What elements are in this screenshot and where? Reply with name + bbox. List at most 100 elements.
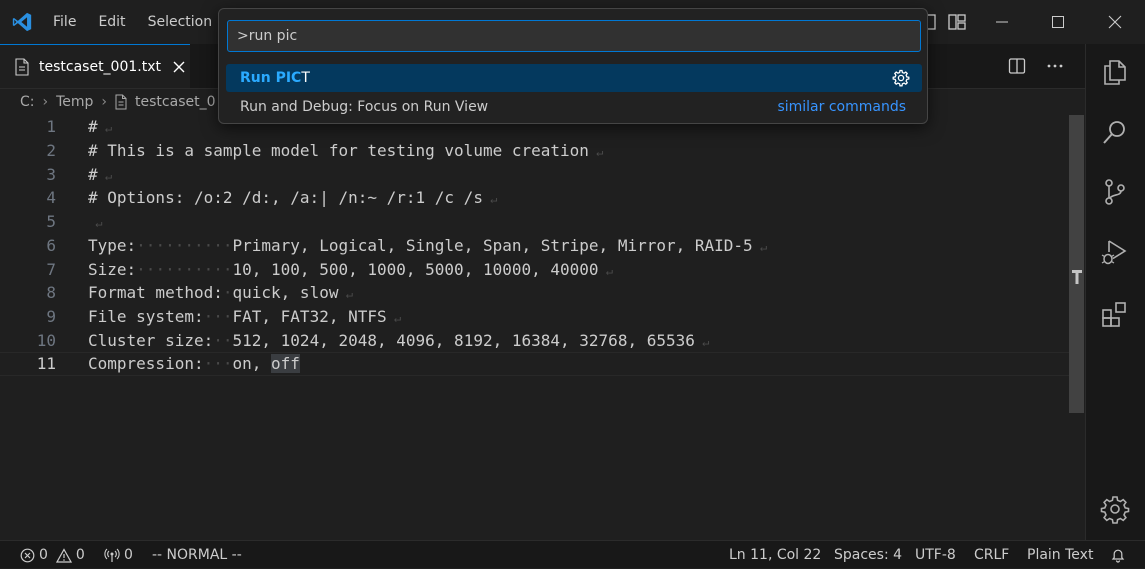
notifications-status[interactable] [1110,541,1126,569]
eol-status[interactable]: CRLF [974,541,1009,569]
palette-item-match: Run PIC [240,70,302,86]
line-text: File system:···FAT, FAT32, NTFS ↵ [88,307,401,326]
code-line[interactable]: 11 Compression:···on, off [0,352,1070,376]
breadcrumb-folder[interactable]: Temp [56,94,93,110]
vscode-logo-icon[interactable] [11,11,33,33]
encoding-status[interactable]: UTF-8 [915,541,956,569]
line-text: # ↵ [88,117,112,136]
more-actions-icon[interactable] [1045,56,1065,76]
line-content: # Options: /o:2 /d:, /a:| /n:~ /r:1 /c /… [88,188,483,208]
eol-label: CRLF [974,547,1010,563]
line-break-icon: ↵ [338,287,353,302]
editor-text-area[interactable]: 1 # ↵ 2 # This is a sample model for testin… [0,115,1070,540]
line-text: # Options: /o:2 /d:, /a:| /n:~ /r:1 /c /… [88,188,497,207]
code-line[interactable]: 7 Size:··········10, 100, 500, 1000, 5000… [0,257,1070,281]
settings-gear-icon[interactable] [1100,494,1130,524]
error-icon [20,548,35,562]
menu-selection[interactable]: Selection [137,0,224,44]
line-value: quick, slow [232,283,339,303]
ports-status[interactable]: 0 [104,541,133,569]
vim-mode-label: -- NORMAL -- [152,547,242,563]
line-text: Format method:·quick, slow ↵ [88,283,353,302]
code-line[interactable]: 10 Cluster size:··512, 1024, 2048, 4096, … [0,328,1070,352]
line-number: 1 [46,117,56,137]
line-break-icon: ↵ [482,192,498,207]
line-text: Cluster size:··512, 1024, 2048, 4096, 81… [88,331,709,350]
code-line[interactable]: 6 Type:··········Primary, Logical, Single… [0,234,1070,258]
close-tab-icon[interactable] [173,61,185,73]
line-break-icon: ↵ [752,239,768,254]
configure-keybinding-gear-icon[interactable] [892,69,910,87]
indentation-status[interactable]: Spaces: 4 [834,541,902,569]
line-break-icon: ↵ [598,263,613,278]
command-palette: Run PICT Run and Debug: Focus on Run Vie… [218,8,928,124]
warning-count: 0 [75,547,85,563]
breadcrumb-file[interactable]: testcaset_0 [135,94,215,110]
line-value: Primary, Logical, Single, Span, Stripe, … [232,235,753,255]
search-icon[interactable] [1100,117,1130,147]
maximize-button[interactable] [1030,0,1086,44]
code-line[interactable]: 3 # ↵ [0,162,1070,186]
menu-bar: File Edit Selection [42,0,223,44]
breadcrumb-drive[interactable]: C: [20,94,35,110]
maximize-icon [1052,16,1064,28]
file-icon [15,57,29,76]
command-palette-input[interactable] [227,20,921,52]
split-editor-icon[interactable] [1007,56,1027,76]
minimize-button[interactable] [974,0,1030,44]
editor-tab[interactable]: testcaset_001.txt [0,44,190,88]
minimize-icon [996,21,1008,23]
line-number: 9 [46,306,56,326]
similar-commands-link[interactable]: similar commands [777,99,906,115]
language-mode-label: Plain Text [1027,547,1094,563]
palette-item-run-debug-focus[interactable]: Run and Debug: Focus on Run View similar… [226,93,922,121]
line-break-icon: ↵ [97,121,113,136]
code-line[interactable]: 5 ↵ [0,210,1070,234]
line-number: 2 [46,141,56,161]
palette-item-run-pict[interactable]: Run PIC T [226,64,922,92]
code-line[interactable]: 8 Format method:·quick, slow ↵ [0,281,1070,305]
line-key: Cluster size: [88,330,214,350]
cursor-position-status[interactable]: Ln 11, Col 22 [729,541,821,569]
whitespace-marker: ·········· [136,259,233,279]
line-number: 10 [36,330,56,350]
tab-label: testcaset_001.txt [39,58,161,75]
source-control-icon[interactable] [1100,177,1130,207]
line-content: # This is a sample model for testing vol… [88,141,589,161]
whitespace-marker: ·· [213,330,233,350]
menu-file[interactable]: File [42,0,87,44]
palette-item-label: Run and Debug: Focus on Run View [240,99,489,115]
line-number: 11 [36,354,56,374]
run-debug-icon[interactable] [1100,237,1130,267]
menu-edit[interactable]: Edit [87,0,136,44]
language-mode-status[interactable]: Plain Text [1027,541,1093,569]
line-key: File system: [88,306,204,326]
line-content: # [88,117,98,137]
whitespace-marker: ·········· [136,235,233,255]
close-window-button[interactable] [1087,0,1143,44]
close-icon [1108,15,1122,29]
warning-icon [55,547,72,563]
line-key: Size: [88,259,137,279]
line-text: Size:··········10, 100, 500, 1000, 5000,… [88,260,613,279]
file-icon [115,94,127,110]
activity-bar [1085,44,1145,540]
chevron-right-icon: › [42,94,49,110]
line-text: # ↵ [88,165,112,184]
code-line[interactable]: 9 File system:···FAT, FAT32, NTFS ↵ [0,305,1070,329]
code-line[interactable]: 2 # This is a sample model for testing vo… [0,139,1070,163]
line-value: FAT, FAT32, NTFS [232,306,387,326]
editor-scrollbar[interactable] [1069,115,1084,413]
line-number: 4 [46,188,56,208]
line-number: 6 [46,235,56,255]
explorer-icon[interactable] [1100,57,1130,87]
broadcast-icon [104,548,120,562]
extensions-icon[interactable] [1100,299,1130,329]
customize-layout-icon[interactable] [947,12,967,32]
line-break-icon: ↵ [694,334,710,349]
problems-status[interactable]: 0 0 [20,541,85,569]
line-key: Compression: [88,354,204,374]
line-key: Type: [88,235,137,255]
whitespace-marker: · [222,283,233,303]
code-line[interactable]: 4 # Options: /o:2 /d:, /a:| /n:~ /r:1 /c … [0,186,1070,210]
